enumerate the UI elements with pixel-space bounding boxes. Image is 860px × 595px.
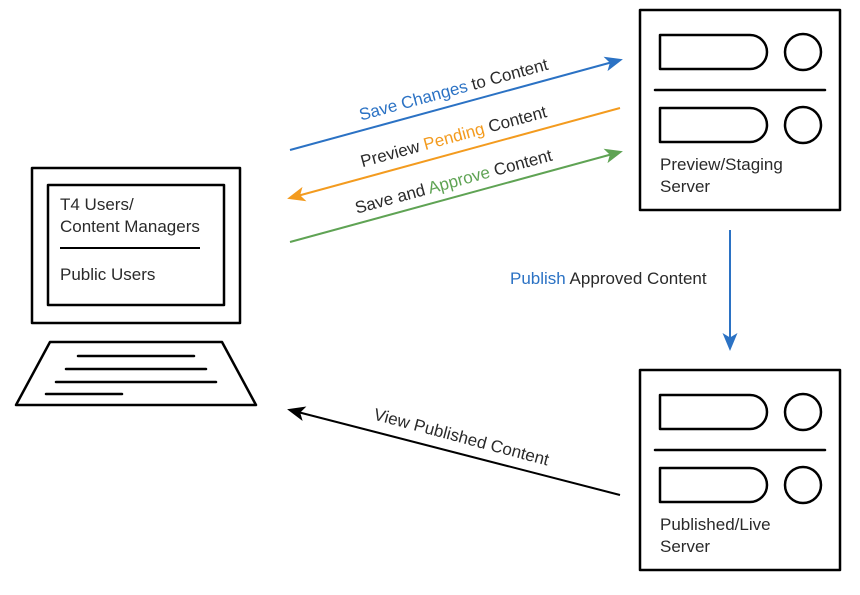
preview-server-label-1: Preview/Staging <box>660 155 783 174</box>
computer-label-line1: T4 Users/ <box>60 195 134 214</box>
preview-server-label-2: Server <box>660 177 710 196</box>
user-computer-icon <box>16 168 256 405</box>
publish-label: Publish Approved Content <box>510 269 707 288</box>
save-approve-arrow <box>290 152 620 242</box>
computer-label-line3: Public Users <box>60 265 155 284</box>
view-published-arrow <box>290 410 620 495</box>
live-server-label-2: Server <box>660 537 710 556</box>
live-server-label-1: Published/Live <box>660 515 771 534</box>
computer-label-line2: Content Managers <box>60 217 200 236</box>
